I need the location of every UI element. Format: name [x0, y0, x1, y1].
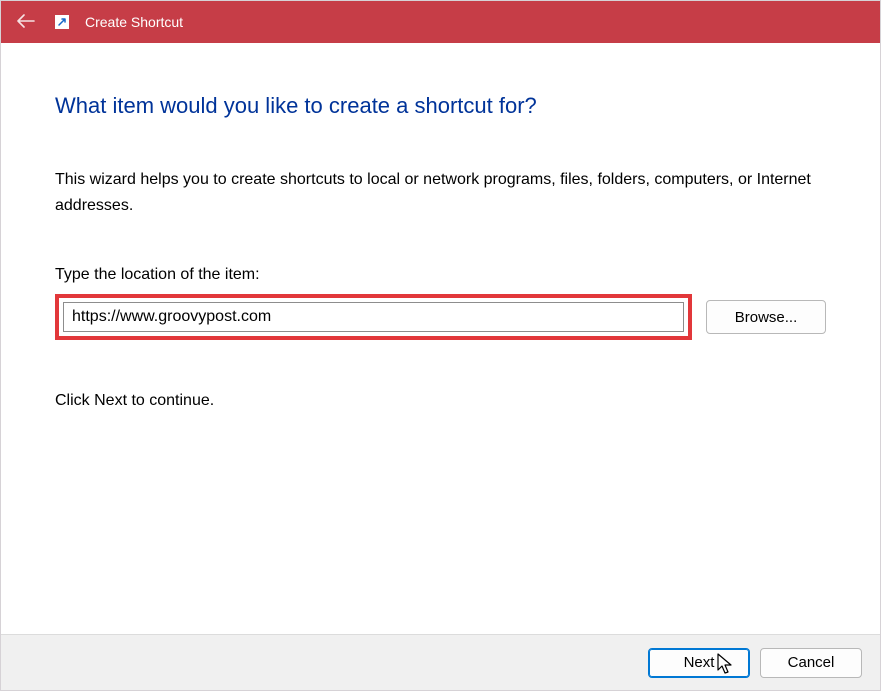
content-area: What item would you like to create a sho…	[1, 43, 880, 410]
page-heading: What item would you like to create a sho…	[55, 93, 826, 119]
cancel-button[interactable]: Cancel	[760, 648, 862, 678]
location-label: Type the location of the item:	[55, 266, 826, 284]
browse-button[interactable]: Browse...	[706, 300, 826, 334]
input-row: Browse...	[55, 294, 826, 340]
titlebar: Create Shortcut	[1, 1, 880, 43]
shortcut-icon	[55, 15, 69, 29]
wizard-description: This wizard helps you to create shortcut…	[55, 167, 826, 218]
window-title: Create Shortcut	[85, 14, 183, 30]
footer: Next Cancel	[1, 634, 880, 690]
highlight-box	[55, 294, 692, 340]
next-button[interactable]: Next	[648, 648, 750, 678]
location-input[interactable]	[63, 302, 684, 332]
continue-text: Click Next to continue.	[55, 392, 826, 410]
back-arrow-icon	[9, 8, 43, 37]
